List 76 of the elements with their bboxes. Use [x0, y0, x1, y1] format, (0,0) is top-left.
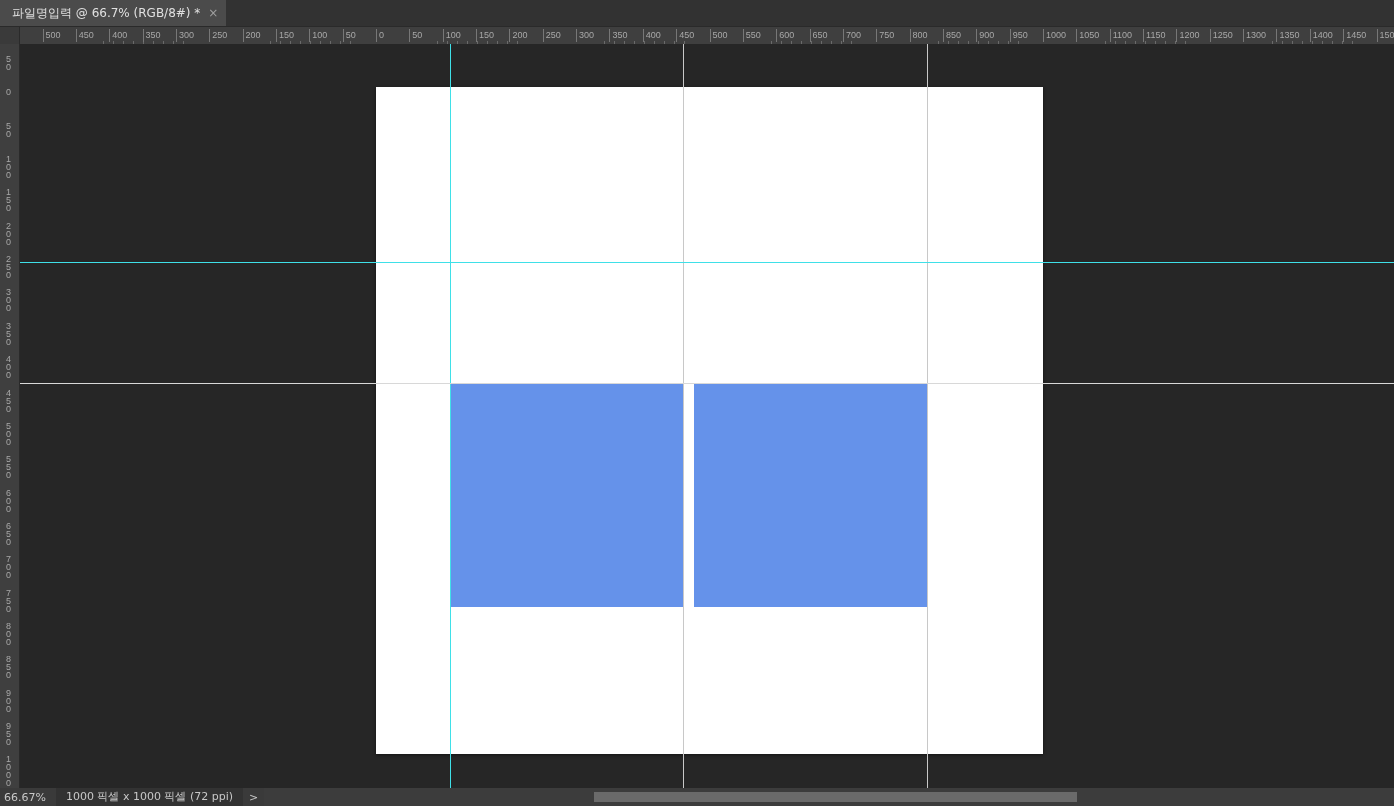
ruler-label: 800 — [6, 621, 12, 646]
ruler-label: 1300 — [1243, 29, 1267, 42]
ruler-label: 150 — [476, 29, 495, 42]
ruler-label: 900 — [976, 29, 995, 42]
guide-line[interactable] — [20, 262, 1394, 263]
ruler-label: 300 — [576, 29, 595, 42]
guide-line[interactable] — [20, 383, 1394, 384]
zoom-level[interactable]: 66.67% — [0, 790, 52, 804]
guide-line[interactable] — [450, 44, 451, 788]
scrollbar-thumb[interactable] — [594, 792, 1078, 802]
ruler-label: 700 — [6, 555, 12, 580]
ruler-label: 100 — [442, 29, 461, 42]
ruler-label: 50 — [409, 29, 423, 42]
ruler-label: 1200 — [1176, 29, 1200, 42]
ruler-label: 600 — [6, 488, 12, 513]
guide-line[interactable] — [683, 44, 684, 788]
ruler-label: 500 — [709, 29, 728, 42]
ruler-label: 1000 — [6, 755, 12, 788]
ruler-label: 0 — [376, 29, 384, 42]
ruler-label: 1100 — [1109, 29, 1133, 42]
ruler-label: 450 — [6, 388, 12, 413]
ruler-label: 50 — [6, 121, 12, 138]
ruler-label: 1350 — [1276, 29, 1300, 42]
ruler-label: 0 — [6, 88, 12, 97]
ruler-label: 750 — [876, 29, 895, 42]
ruler-label: 150 — [1376, 29, 1394, 42]
ruler-label: 350 — [142, 29, 161, 42]
ruler-label: 850 — [6, 655, 12, 680]
ruler-label: 250 — [542, 29, 561, 42]
ruler-label: 350 — [609, 29, 628, 42]
status-menu-button[interactable]: > — [243, 790, 265, 804]
ruler-label: 1000 — [1043, 29, 1067, 42]
document-tab[interactable]: 파일명입력 @ 66.7% (RGB/8#) * × — [0, 0, 227, 26]
ruler-label: 100 — [309, 29, 328, 42]
ruler-label: 650 — [6, 521, 12, 546]
ruler-label: 950 — [1009, 29, 1028, 42]
guide-line[interactable] — [927, 44, 928, 788]
ruler-label: 700 — [842, 29, 861, 42]
ruler-label: 200 — [509, 29, 528, 42]
ruler-label: 750 — [6, 588, 12, 613]
ruler-label: 200 — [6, 221, 12, 246]
ruler-label: 400 — [642, 29, 661, 42]
ruler-label: 350 — [6, 321, 12, 346]
ruler-label: 50 — [342, 29, 356, 42]
ruler-label: 850 — [942, 29, 961, 42]
document-info: 1000 픽셀 x 1000 픽셀 (72 ppi) — [56, 788, 244, 806]
ruler-label: 300 — [6, 288, 12, 313]
ruler-label: 450 — [676, 29, 695, 42]
ruler-label: 50 — [6, 55, 12, 71]
ruler-label: 100 — [6, 155, 12, 180]
ruler-label: 200 — [242, 29, 261, 42]
ruler-label: 1150 — [1143, 29, 1166, 42]
ruler-label: 1250 — [1209, 29, 1233, 42]
ruler-label: 1400 — [1309, 29, 1333, 42]
ruler-label: 650 — [809, 29, 828, 42]
ruler-label: 150 — [275, 29, 294, 42]
ruler-label: 950 — [6, 722, 12, 746]
ruler-label: 250 — [209, 29, 228, 42]
ruler-label: 500 — [6, 421, 12, 446]
ruler-label: 450 — [75, 29, 94, 42]
horizontal-ruler[interactable]: 500 450 400 350 300 250 200 150 100 50 0 50 100 150 200 250 300 350 400 450 500 550 600 650 700 750 800 850 900 950 1000 1050 1100 1150 1200 1250 1300 1350 1400 1450 150 — [20, 27, 1394, 44]
ruler-label: 1450 — [1343, 29, 1367, 42]
ruler-label: 550 — [6, 455, 12, 480]
ruler-label: 900 — [6, 688, 12, 713]
ruler-label: 800 — [909, 29, 928, 42]
ruler-label: 250 — [6, 255, 12, 280]
ruler-label: 600 — [776, 29, 795, 42]
ruler-label: 300 — [175, 29, 194, 42]
ruler-label: 400 — [6, 355, 12, 380]
document-tab-title: 파일명입력 @ 66.7% (RGB/8#) * — [12, 4, 201, 22]
ruler-label: 550 — [742, 29, 761, 42]
ruler-label: 1050 — [1076, 29, 1100, 42]
ruler-label: 150 — [6, 188, 12, 213]
vertical-ruler[interactable]: 50 0 50 100 150 200 250 300 350 400 450 500 550 600 650 700 750 800 850 900 950 1000 — [0, 44, 20, 788]
ruler-label: 500 — [42, 29, 61, 42]
ruler-label: 400 — [109, 29, 128, 42]
